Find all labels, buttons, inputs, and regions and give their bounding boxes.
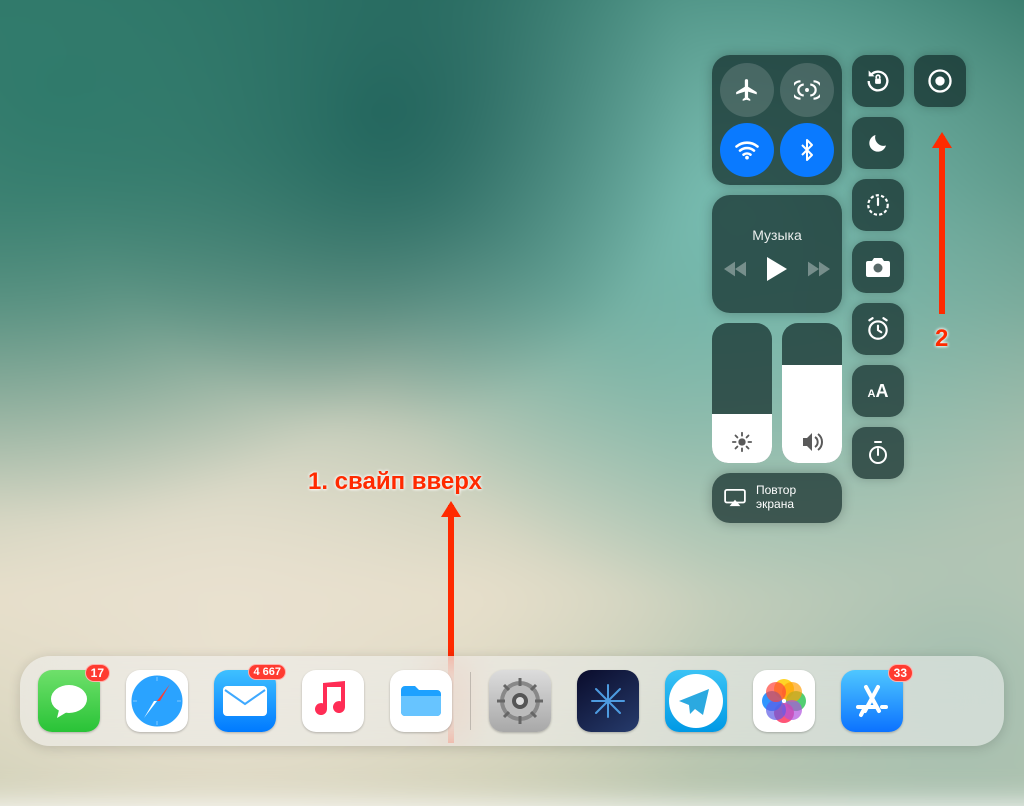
volume-slider[interactable] — [782, 323, 842, 463]
app-photos[interactable] — [753, 670, 815, 732]
alarm-icon — [865, 316, 891, 342]
files-icon — [399, 684, 443, 718]
app-files[interactable] — [390, 670, 452, 732]
moon-icon — [866, 131, 890, 155]
wifi-icon — [733, 136, 761, 164]
connectivity-panel — [712, 55, 842, 185]
dock-right: 33 — [489, 670, 903, 732]
messages-icon — [49, 683, 89, 719]
prev-track-icon[interactable] — [724, 261, 746, 277]
safari-icon — [126, 670, 188, 732]
bluetooth-icon — [795, 138, 819, 162]
airplane-mode-button[interactable] — [720, 63, 774, 117]
brightness-slider[interactable] — [712, 323, 772, 463]
music-panel[interactable]: Музыка — [712, 195, 842, 313]
camera-button[interactable] — [852, 241, 904, 293]
timer-button[interactable] — [852, 179, 904, 231]
app-safari[interactable] — [126, 670, 188, 732]
app-telegram[interactable] — [665, 670, 727, 732]
dock-left: 17 4 667 — [38, 670, 452, 732]
alarm-button[interactable] — [852, 303, 904, 355]
app-shazam[interactable] — [577, 670, 639, 732]
app-messages[interactable]: 17 — [38, 670, 100, 732]
text-size-button[interactable]: AA — [852, 365, 904, 417]
antenna-icon — [794, 77, 820, 103]
play-icon[interactable] — [766, 257, 788, 281]
badge: 4 667 — [248, 664, 286, 680]
badge: 33 — [888, 664, 913, 682]
wifi-button[interactable] — [720, 123, 774, 177]
app-settings[interactable] — [489, 670, 551, 732]
control-center: Музыка Повтор экрана — [712, 55, 966, 523]
appstore-icon — [852, 681, 892, 721]
stopwatch-button[interactable] — [852, 427, 904, 479]
bluetooth-button[interactable] — [780, 123, 834, 177]
brightness-icon — [731, 431, 753, 453]
telegram-icon — [665, 670, 727, 732]
app-appstore[interactable]: 33 — [841, 670, 903, 732]
stopwatch-icon — [866, 440, 890, 466]
cellular-data-button[interactable] — [780, 63, 834, 117]
music-title: Музыка — [752, 227, 802, 243]
rotation-lock-button[interactable] — [852, 55, 904, 107]
app-music[interactable] — [302, 670, 364, 732]
airplane-icon — [734, 77, 760, 103]
annotation-arrow-2 — [939, 136, 945, 314]
screen-mirroring-label: Повтор экрана — [756, 484, 796, 512]
screen-mirroring-button[interactable]: Повтор экрана — [712, 473, 842, 523]
screen-record-icon — [926, 67, 954, 95]
music-icon — [315, 681, 351, 721]
rotation-lock-icon — [864, 67, 892, 95]
badge: 17 — [85, 664, 110, 682]
screen-record-button[interactable] — [914, 55, 966, 107]
do-not-disturb-button[interactable] — [852, 117, 904, 169]
airplay-icon — [724, 489, 746, 507]
music-controls — [724, 257, 830, 281]
annotation-step2: 2 — [935, 325, 948, 353]
photos-icon — [760, 677, 808, 725]
sliders-row — [712, 323, 842, 463]
app-mail[interactable]: 4 667 — [214, 670, 276, 732]
volume-icon — [800, 431, 824, 453]
dock: 17 4 667 — [20, 656, 1004, 746]
dock-separator — [470, 672, 471, 730]
snowflake-icon — [588, 681, 628, 721]
next-track-icon[interactable] — [808, 261, 830, 277]
timer-icon — [865, 192, 891, 218]
settings-icon — [496, 677, 544, 725]
textsize-icon: AA — [868, 381, 889, 402]
mail-icon — [223, 686, 267, 716]
camera-icon — [865, 256, 891, 278]
